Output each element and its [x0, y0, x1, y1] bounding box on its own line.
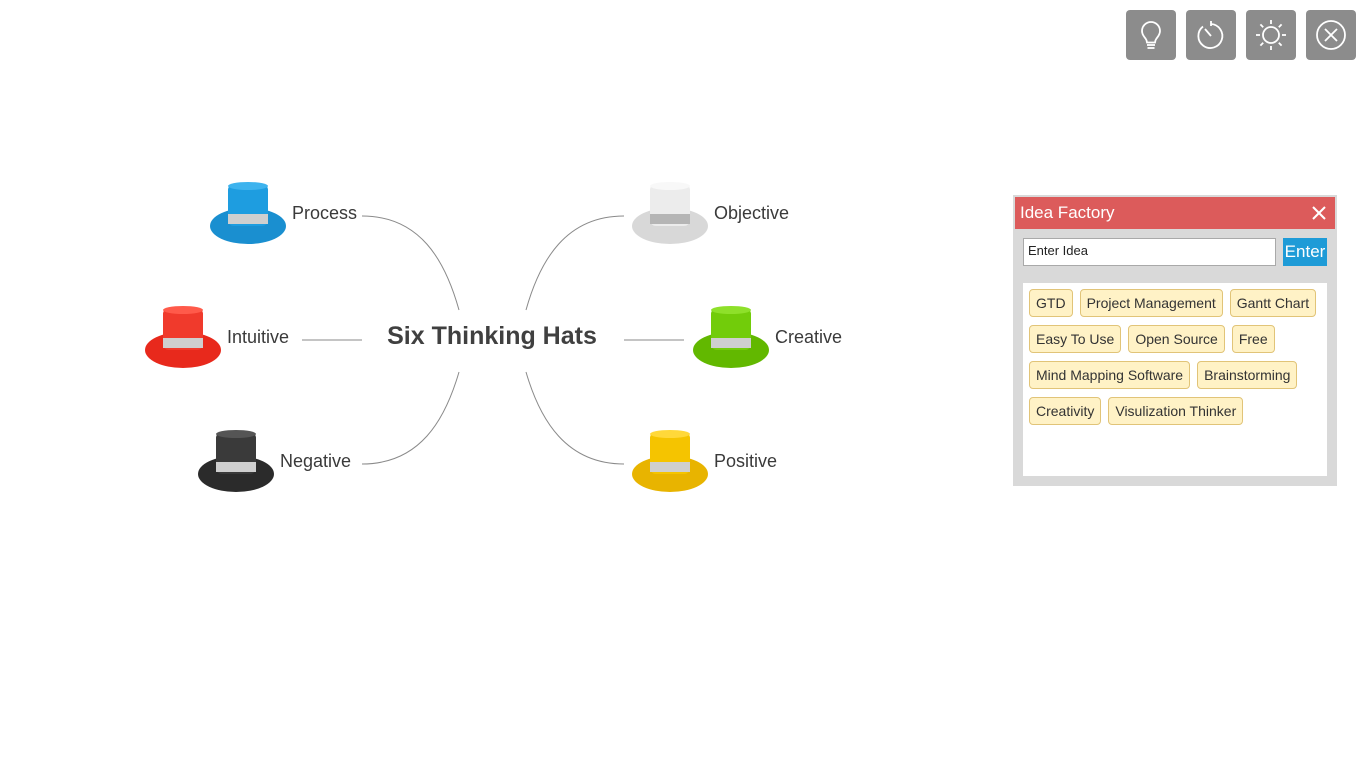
blue-hat-icon [210, 182, 286, 244]
close-icon [1316, 20, 1346, 50]
panel-header[interactable]: Idea Factory [1015, 197, 1335, 229]
red-hat-icon [145, 306, 221, 368]
node-intuitive[interactable]: Intuitive [143, 304, 289, 370]
green-hat-icon [693, 306, 769, 368]
idea-tag[interactable]: Mind Mapping Software [1029, 361, 1191, 389]
idea-tag[interactable]: Brainstorming [1197, 361, 1298, 389]
brightness-button[interactable] [1246, 10, 1296, 60]
node-label: Objective [714, 202, 790, 223]
idea-tag[interactable]: Free [1231, 325, 1275, 353]
node-objective[interactable]: Objective [630, 180, 789, 246]
node-label: Process [292, 202, 358, 223]
idea-tag[interactable]: GTD [1029, 289, 1073, 317]
black-hat-icon [198, 430, 274, 492]
lightbulb-icon [1141, 21, 1161, 49]
brightness-icon [1256, 20, 1286, 50]
lightbulb-button[interactable] [1126, 10, 1176, 60]
yellow-hat-icon [632, 430, 708, 492]
idea-tag[interactable]: Open Source [1128, 325, 1225, 353]
timer-button[interactable] [1186, 10, 1236, 60]
node-creative[interactable]: Creative [691, 304, 842, 370]
central-topic[interactable]: Six Thinking Hats [372, 322, 612, 351]
node-label: Intuitive [227, 326, 290, 347]
link-positive [525, 371, 625, 465]
idea-tag[interactable]: Visulization Thinker [1108, 397, 1244, 425]
idea-tag[interactable]: Easy To Use [1029, 325, 1122, 353]
white-hat-icon [632, 182, 708, 244]
exit-button[interactable] [1306, 10, 1356, 60]
top-toolbar [1126, 10, 1356, 60]
close-icon[interactable] [1309, 203, 1329, 223]
enter-button[interactable]: Enter [1283, 238, 1327, 266]
link-process [361, 215, 460, 311]
timer-icon [1197, 21, 1224, 49]
idea-tag-list: GTD Project Management Gantt Chart Easy … [1023, 283, 1327, 476]
node-label: Creative [775, 326, 843, 347]
node-label: Positive [714, 450, 778, 471]
node-process[interactable]: Process [208, 180, 357, 246]
link-objective [525, 215, 625, 311]
node-label: Negative [280, 450, 352, 471]
idea-factory-panel: Idea Factory Enter GTD Project Managemen… [1013, 195, 1337, 486]
idea-tag[interactable]: Gantt Chart [1229, 289, 1317, 317]
idea-tag[interactable]: Project Management [1079, 289, 1223, 317]
mind-map: Six Thinking Hats Process Intuitive Nega… [0, 0, 900, 560]
panel-title: Idea Factory [1020, 203, 1115, 222]
node-positive[interactable]: Positive [630, 428, 777, 494]
idea-input[interactable] [1023, 238, 1276, 266]
idea-tag[interactable]: Creativity [1029, 397, 1102, 425]
link-negative [361, 371, 460, 465]
node-negative[interactable]: Negative [196, 428, 351, 494]
